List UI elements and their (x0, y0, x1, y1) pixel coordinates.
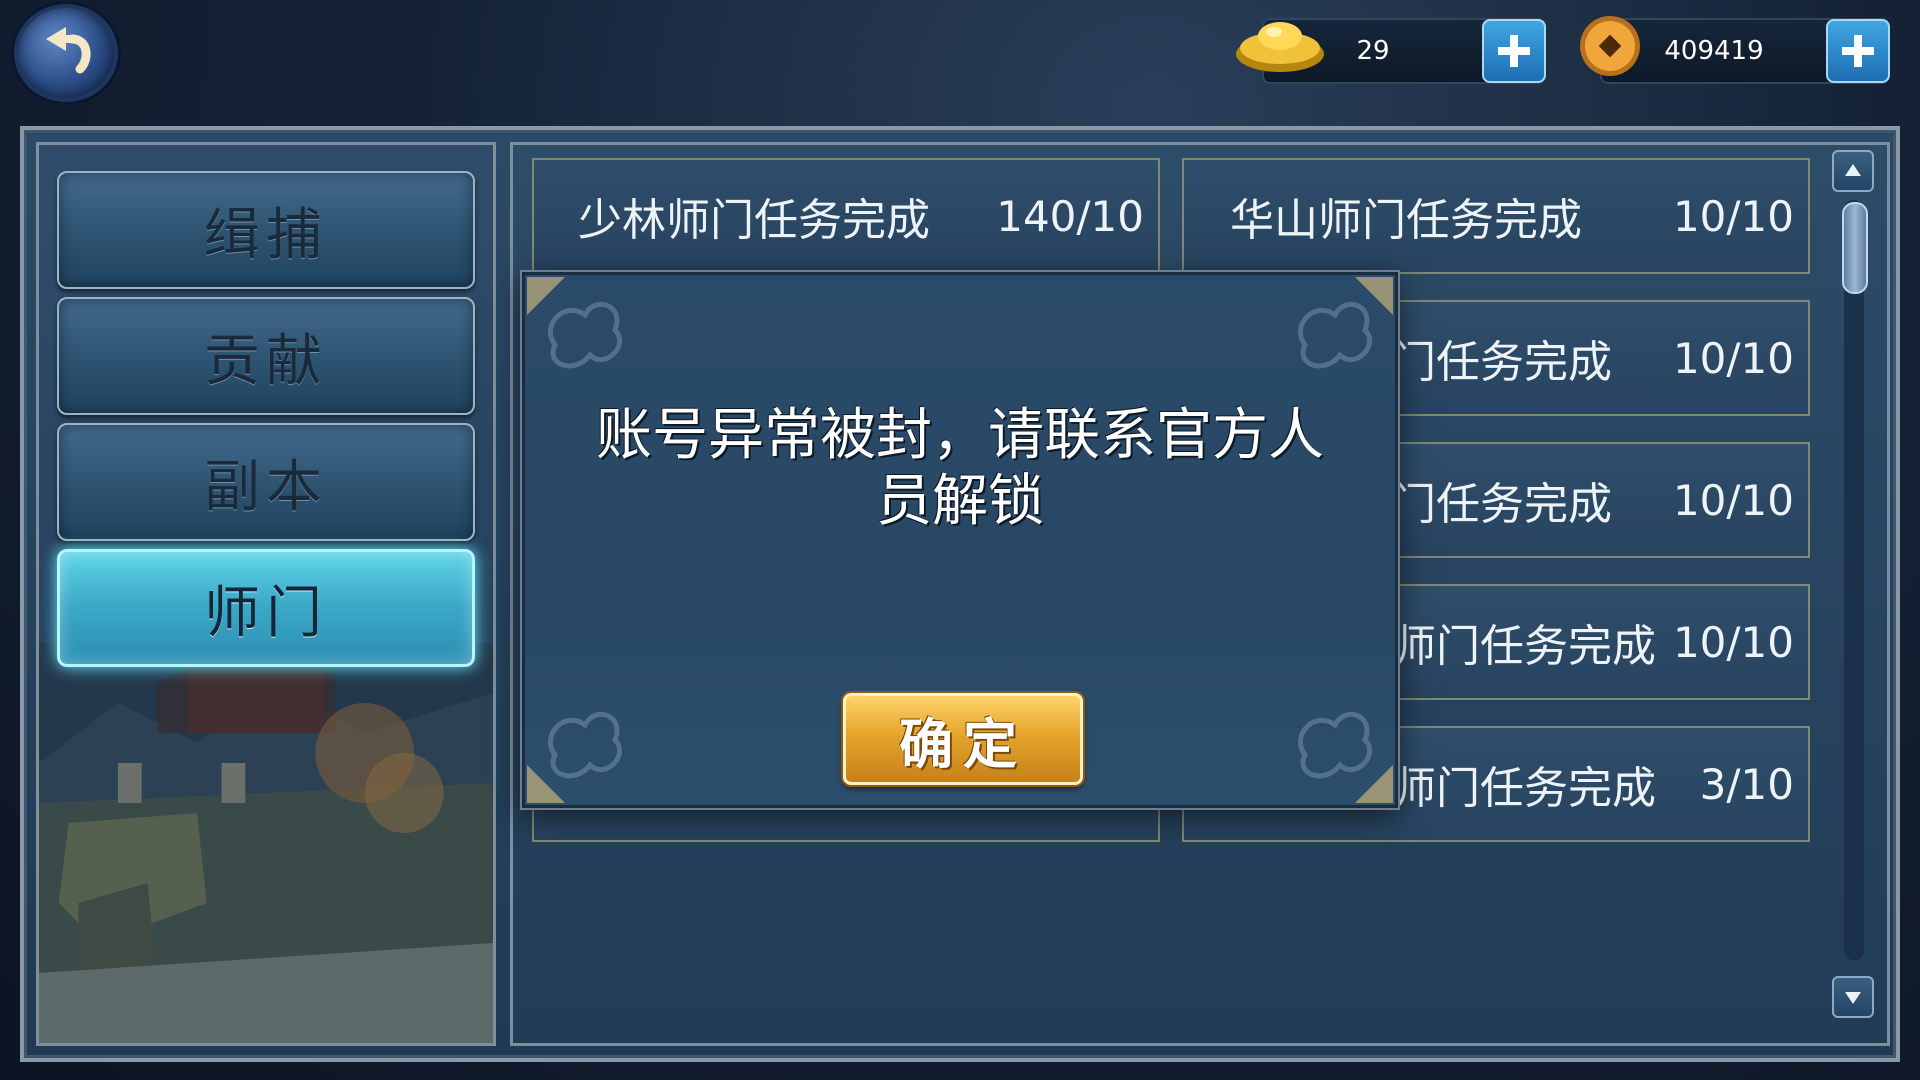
confirm-button[interactable]: 确定 (843, 693, 1083, 785)
back-button[interactable] (14, 4, 118, 102)
task-title: 师门任务完成 (1392, 763, 1656, 814)
corner-ornament-icon (1355, 765, 1393, 803)
dialog-message-line: 员解锁 (876, 469, 1044, 534)
tab-label: 缉捕 (204, 202, 328, 268)
plus-icon (1498, 35, 1530, 67)
copper-coin-icon (1580, 16, 1640, 76)
task-count: 10/10 (1672, 617, 1794, 667)
confirm-label: 确定 (899, 712, 1027, 776)
scroll-down-button[interactable] (1832, 976, 1874, 1018)
corner-ornament-icon (1355, 277, 1393, 315)
coin-counter: 409419 (1600, 18, 1890, 84)
task-title: 华山师门任务完成 (1230, 195, 1582, 246)
task-count: 10/10 (1672, 475, 1794, 525)
alert-dialog: 账号异常被封，请联系官方人 员解锁 确定 (522, 272, 1398, 808)
add-coin-button[interactable] (1826, 19, 1890, 83)
task-title: 门任务完成 (1392, 337, 1612, 388)
corner-ornament-icon (527, 277, 565, 315)
task-title: 少林师门任务完成 (578, 195, 930, 246)
arrow-down-icon (1845, 992, 1861, 1004)
dialog-message: 账号异常被封，请联系官方人 员解锁 (565, 403, 1355, 535)
task-count: 3/10 (1699, 759, 1794, 809)
tab-label: 副本 (204, 454, 328, 520)
tab-label: 贡献 (204, 328, 328, 394)
arrow-up-icon (1845, 164, 1861, 176)
scrollbar[interactable] (1832, 150, 1876, 1018)
tab-dungeon[interactable]: 副本 (57, 423, 475, 541)
tab-capture[interactable]: 缉捕 (57, 171, 475, 289)
gold-ingot-icon (1236, 22, 1324, 72)
task-count: 10/10 (1672, 191, 1794, 241)
tab-contribution[interactable]: 贡献 (57, 297, 475, 415)
task-count: 140/10 (996, 191, 1144, 241)
task-title: 门任务完成 (1392, 479, 1612, 530)
tab-label: 师门 (204, 580, 328, 646)
dialog-message-line: 账号异常被封，请联系官方人 (596, 403, 1324, 468)
landscape-illustration (39, 643, 493, 1043)
scroll-up-button[interactable] (1832, 150, 1874, 192)
add-gold-button[interactable] (1482, 19, 1546, 83)
tab-sect[interactable]: 师门 (57, 549, 475, 667)
category-panel: 缉捕 贡献 副本 师门 (36, 142, 496, 1046)
back-arrow-icon (46, 27, 91, 74)
corner-ornament-icon (527, 765, 565, 803)
task-title: 师门任务完成 (1392, 621, 1656, 672)
plus-icon (1842, 35, 1874, 67)
task-card[interactable]: 华山师门任务完成 10/10 (1182, 158, 1810, 274)
task-card[interactable]: 少林师门任务完成 140/10 (532, 158, 1160, 274)
scroll-track[interactable] (1844, 200, 1864, 960)
task-count: 10/10 (1672, 333, 1794, 383)
scroll-thumb[interactable] (1842, 202, 1868, 294)
